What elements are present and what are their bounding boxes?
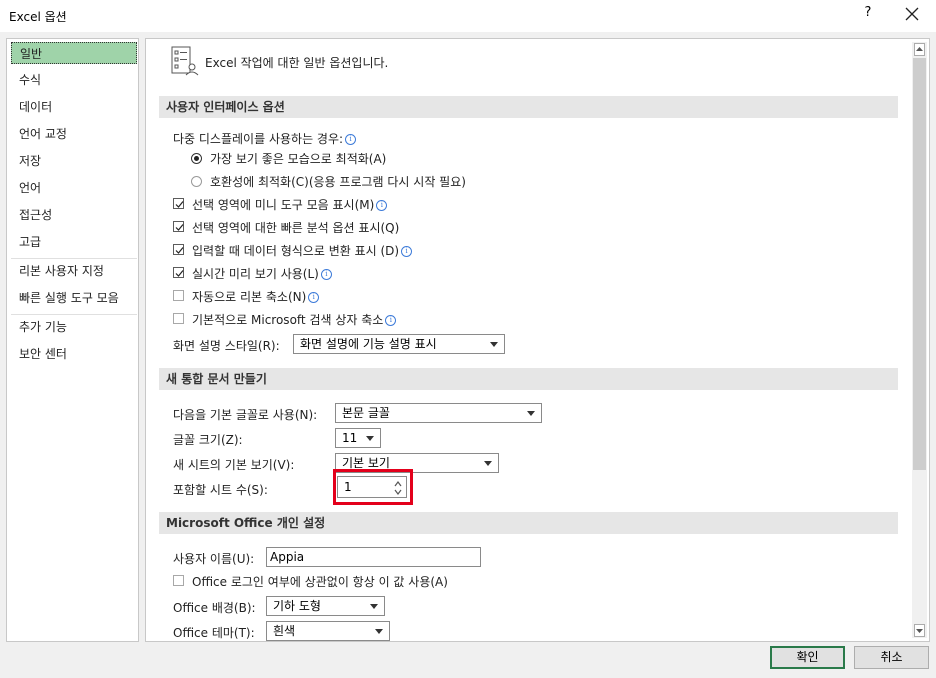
close-icon bbox=[905, 7, 919, 21]
font-size-dropdown[interactable]: 11 bbox=[335, 428, 381, 448]
live-preview-label[interactable]: 실시간 미리 보기 사용(L) bbox=[192, 267, 319, 281]
checkbox-collapse-ribbon[interactable] bbox=[173, 290, 184, 301]
chevron-down-icon bbox=[370, 604, 378, 609]
options-panel: Excel 작업에 대한 일반 옵션입니다. 사용자 인터페이스 옵션 다중 디… bbox=[145, 38, 930, 642]
office-background-dropdown[interactable]: 기하 도형 bbox=[266, 596, 385, 616]
highlight-box bbox=[333, 469, 413, 505]
cancel-button[interactable]: 취소 bbox=[854, 646, 929, 669]
sidebar-item-language[interactable]: 언어 bbox=[11, 177, 137, 199]
checkmark-icon bbox=[175, 201, 184, 208]
section-personalize: Microsoft Office 개인 설정 bbox=[159, 512, 898, 534]
scroll-down-button[interactable] bbox=[914, 624, 925, 637]
info-icon: i bbox=[320, 269, 332, 280]
username-label: 사용자 이름(U): bbox=[173, 552, 255, 566]
sidebar-item-save[interactable]: 저장 bbox=[11, 150, 137, 172]
sidebar-divider bbox=[11, 314, 137, 315]
collapse-ribbon-label[interactable]: 자동으로 리본 축소(N) bbox=[192, 290, 306, 304]
convert-data-type-row: 입력할 때 데이터 형식으로 변환 표시 (D) i bbox=[192, 242, 413, 259]
username-input[interactable]: Appia bbox=[266, 547, 481, 567]
multi-display-label: 다중 디스플레이를 사용하는 경우: bbox=[173, 132, 344, 146]
checkmark-icon bbox=[175, 247, 184, 254]
ok-button[interactable]: 확인 bbox=[770, 646, 845, 669]
screentip-style-dropdown[interactable]: 화면 설명에 기능 설명 표시 bbox=[293, 334, 505, 354]
convert-data-type-label[interactable]: 입력할 때 데이터 형식으로 변환 표시 (D) bbox=[192, 244, 399, 258]
live-preview-row: 실시간 미리 보기 사용(L) i bbox=[192, 265, 332, 282]
sidebar-item-customize-ribbon[interactable]: 리본 사용자 지정 bbox=[11, 260, 137, 282]
chevron-down-icon bbox=[490, 342, 498, 347]
scroll-up-icon bbox=[916, 47, 923, 51]
sidebar-item-formulas[interactable]: 수식 bbox=[11, 69, 137, 91]
window-title: Excel 옵션 bbox=[9, 10, 67, 24]
sheet-count-label: 포함할 시트 수(S): bbox=[173, 483, 268, 497]
default-font-dropdown[interactable]: 본문 글꼴 bbox=[335, 403, 542, 423]
screentip-style-value: 화면 설명에 기능 설명 표시 bbox=[300, 337, 437, 351]
sidebar-divider bbox=[11, 258, 137, 259]
quick-analysis-label[interactable]: 선택 영역에 대한 빠른 분석 옵션 표시(Q) bbox=[192, 219, 399, 236]
sidebar-item-add-ins[interactable]: 추가 기능 bbox=[11, 316, 137, 338]
sidebar-item-trust-center[interactable]: 보안 센터 bbox=[11, 343, 137, 365]
info-icon: i bbox=[376, 200, 388, 211]
chevron-down-icon bbox=[527, 411, 535, 416]
office-background-value: 기하 도형 bbox=[273, 599, 321, 613]
default-font-value: 본문 글꼴 bbox=[342, 406, 390, 420]
mini-toolbar-label[interactable]: 선택 영역에 미니 도구 모음 표시(M) bbox=[192, 198, 374, 212]
title-bar: Excel 옵션 ? bbox=[0, 0, 936, 32]
always-use-values-label[interactable]: Office 로그인 여부에 상관없이 항상 이 값 사용(A) bbox=[192, 573, 448, 590]
office-theme-label: Office 테마(T): bbox=[173, 626, 255, 640]
checkbox-always-use-values[interactable] bbox=[173, 575, 184, 586]
chevron-down-icon bbox=[484, 461, 492, 466]
vertical-scrollbar[interactable] bbox=[912, 42, 927, 638]
radio-optimize-appearance[interactable] bbox=[191, 153, 202, 164]
section-new-workbook: 새 통합 문서 만들기 bbox=[159, 368, 898, 390]
checkbox-collapse-search[interactable] bbox=[173, 313, 184, 324]
office-theme-dropdown[interactable]: 흰색 bbox=[266, 621, 390, 641]
info-icon: i bbox=[385, 315, 397, 326]
general-options-icon bbox=[171, 46, 199, 76]
username-value: Appia bbox=[270, 550, 305, 564]
scroll-down-icon bbox=[916, 629, 923, 633]
section-ui-options: 사용자 인터페이스 옵션 bbox=[159, 96, 898, 118]
screentip-style-label: 화면 설명 스타일(R): bbox=[173, 339, 280, 353]
checkmark-icon bbox=[175, 270, 184, 277]
help-button[interactable]: ? bbox=[858, 5, 878, 25]
radio-optimize-compat[interactable] bbox=[191, 176, 202, 187]
default-font-label: 다음을 기본 글꼴로 사용(N): bbox=[173, 408, 318, 422]
office-background-label: Office 배경(B): bbox=[173, 601, 256, 615]
font-size-value: 11 bbox=[342, 431, 358, 445]
collapse-ribbon-row: 자동으로 리본 축소(N) i bbox=[192, 288, 320, 305]
chevron-down-icon bbox=[375, 629, 383, 634]
checkbox-live-preview[interactable] bbox=[173, 267, 184, 278]
radio-optimize-appearance-label[interactable]: 가장 보기 좋은 모습으로 최적화(A) bbox=[210, 150, 386, 167]
checkmark-icon bbox=[175, 224, 184, 231]
category-sidebar: 일반 수식 데이터 언어 교정 저장 언어 접근성 고급 리본 사용자 지정 빠… bbox=[6, 38, 139, 642]
collapse-search-row: 기본적으로 Microsoft 검색 상자 축소 i bbox=[192, 311, 397, 328]
chevron-down-icon bbox=[366, 436, 374, 441]
font-size-label: 글꼴 크기(Z): bbox=[173, 433, 243, 447]
sidebar-item-general[interactable]: 일반 bbox=[11, 42, 137, 64]
collapse-search-label[interactable]: 기본적으로 Microsoft 검색 상자 축소 bbox=[192, 313, 383, 327]
default-view-value: 기본 보기 bbox=[342, 456, 390, 470]
info-icon: i bbox=[345, 134, 357, 145]
sidebar-item-accessibility[interactable]: 접근성 bbox=[11, 204, 137, 226]
sidebar-item-advanced[interactable]: 고급 bbox=[11, 231, 137, 253]
page-header: Excel 작업에 대한 일반 옵션입니다. bbox=[205, 56, 389, 70]
sidebar-item-data[interactable]: 데이터 bbox=[11, 96, 137, 118]
default-view-label: 새 시트의 기본 보기(V): bbox=[173, 458, 295, 472]
info-icon: i bbox=[308, 292, 320, 303]
checkbox-convert-data-type[interactable] bbox=[173, 244, 184, 255]
sidebar-item-proofing[interactable]: 언어 교정 bbox=[11, 123, 137, 145]
mini-toolbar-row: 선택 영역에 미니 도구 모음 표시(M) i bbox=[192, 196, 388, 213]
office-theme-value: 흰색 bbox=[273, 624, 296, 638]
checkbox-quick-analysis[interactable] bbox=[173, 221, 184, 232]
radio-optimize-compat-label[interactable]: 호환성에 최적화(C)(응용 프로그램 다시 시작 필요) bbox=[210, 173, 466, 190]
sidebar-item-quick-access-toolbar[interactable]: 빠른 실행 도구 모음 bbox=[11, 287, 137, 309]
scroll-thumb[interactable] bbox=[913, 58, 926, 470]
close-button[interactable] bbox=[900, 4, 924, 26]
scroll-up-button[interactable] bbox=[914, 43, 925, 56]
checkbox-mini-toolbar[interactable] bbox=[173, 198, 184, 209]
info-icon: i bbox=[401, 246, 413, 257]
multi-display-row: 다중 디스플레이를 사용하는 경우: i bbox=[173, 130, 357, 147]
